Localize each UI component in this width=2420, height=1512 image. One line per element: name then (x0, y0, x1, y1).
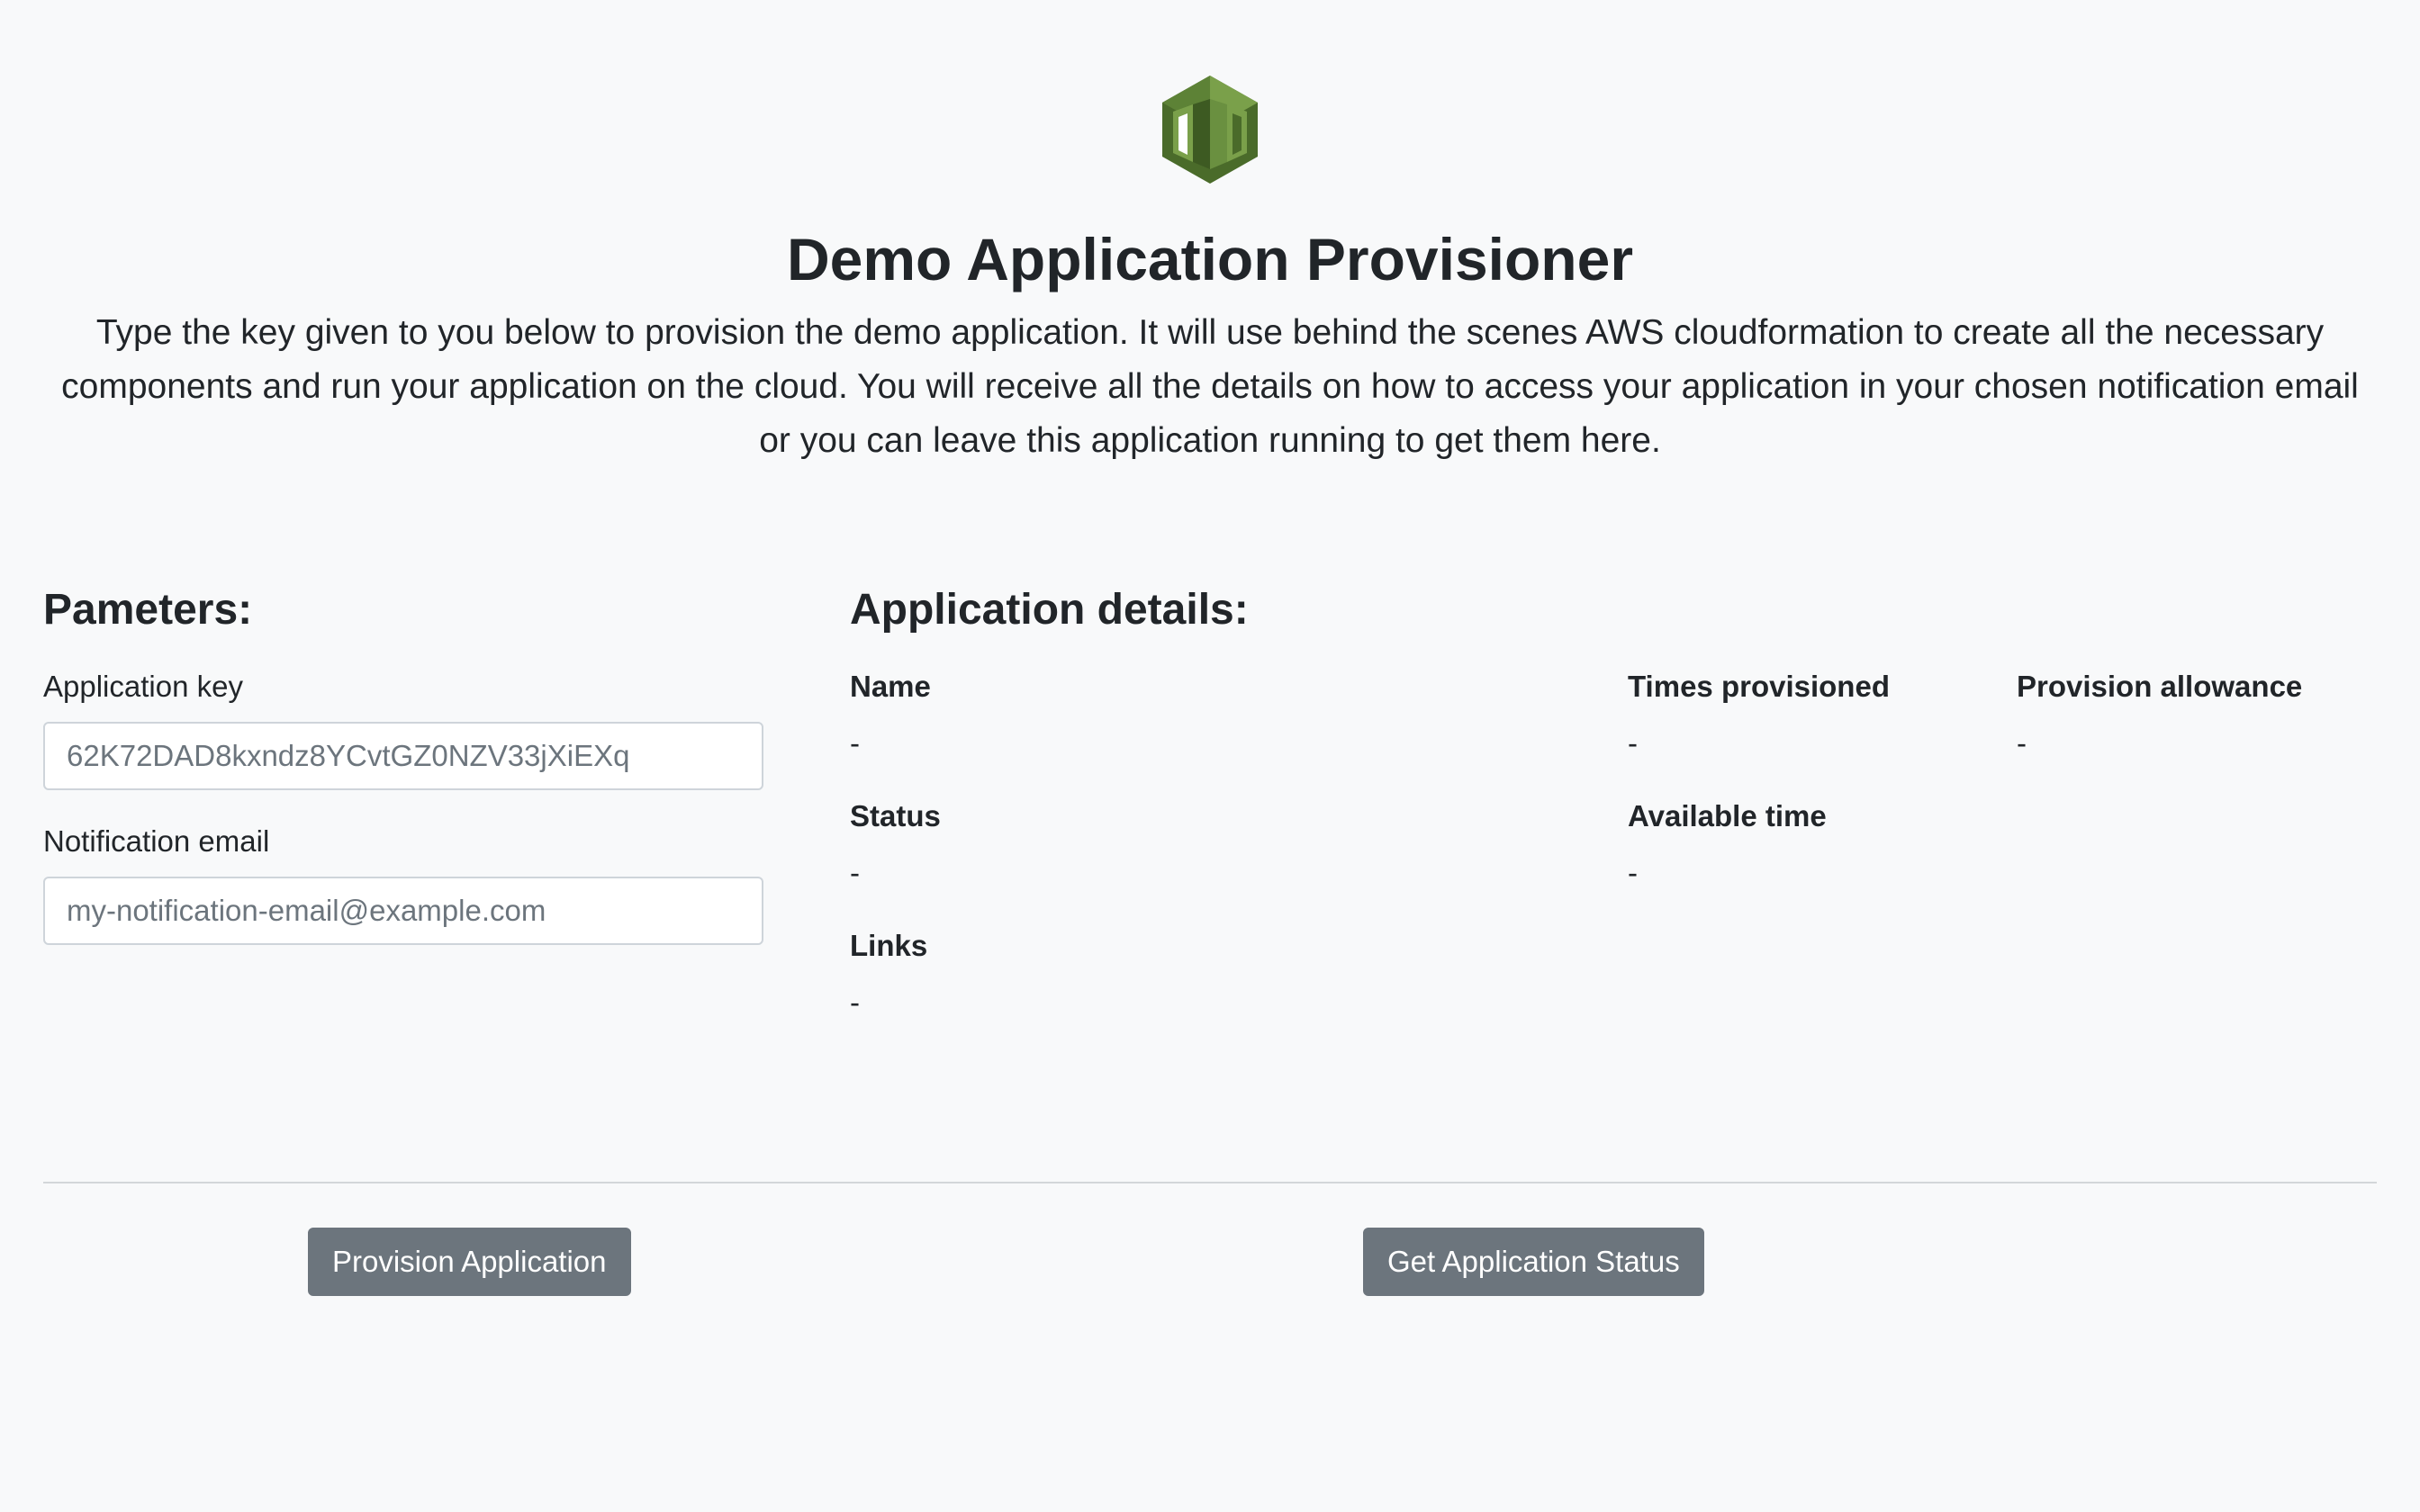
provision-application-button[interactable]: Provision Application (308, 1228, 631, 1296)
parameters-heading: Pameters: (43, 586, 253, 634)
application-key-input[interactable] (43, 722, 763, 790)
notification-email-label: Notification email (43, 824, 270, 858)
available-time-value: - (1628, 856, 1638, 889)
notification-email-input[interactable] (43, 877, 763, 945)
intro-text: Type the key given to you below to provi… (61, 313, 2359, 460)
application-details-heading: Application details: (850, 586, 1249, 634)
provision-allowance-label: Provision allowance (2017, 670, 2303, 703)
links-value: - (850, 986, 860, 1019)
status-label: Status (850, 799, 941, 832)
available-time-label: Available time (1628, 799, 1827, 832)
page: Demo Application Provisioner Type the ke… (0, 0, 2420, 1512)
page-title: Demo Application Provisioner (786, 226, 1634, 292)
get-application-status-button[interactable]: Get Application Status (1363, 1228, 1704, 1296)
status-value: - (850, 856, 860, 889)
name-value: - (850, 726, 860, 760)
links-label: Links (850, 929, 928, 962)
divider (43, 1182, 2377, 1184)
times-provisioned-value: - (1628, 726, 1638, 760)
provision-allowance-value: - (2017, 726, 2027, 760)
aws-cloudformation-logo-icon (1162, 76, 1258, 184)
application-key-label: Application key (43, 670, 243, 703)
times-provisioned-label: Times provisioned (1628, 670, 1890, 703)
name-label: Name (850, 670, 931, 703)
